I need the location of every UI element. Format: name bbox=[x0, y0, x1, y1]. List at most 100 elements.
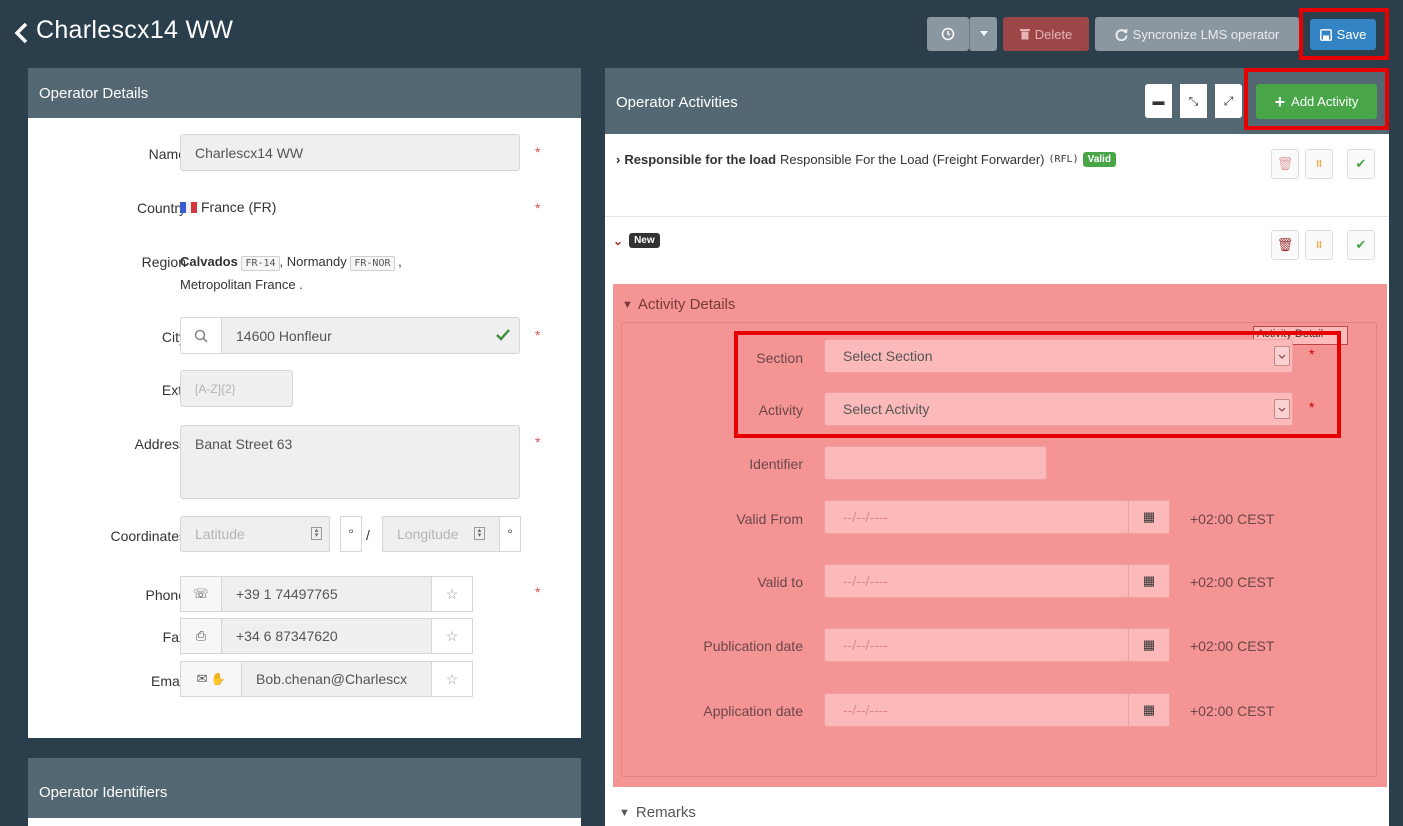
required-marker: * bbox=[1309, 346, 1315, 362]
date-placeholder: --/--/---- bbox=[843, 637, 889, 653]
pause-icon: II bbox=[1316, 158, 1322, 170]
longitude-spinner-icon[interactable]: ▴ ▾ bbox=[474, 527, 485, 540]
latitude-field[interactable]: Latitude bbox=[180, 516, 330, 552]
country-text: France (FR) bbox=[201, 199, 277, 215]
phone-star-button[interactable]: ☆ bbox=[431, 576, 473, 612]
valid-to-label: Valid to bbox=[757, 574, 803, 590]
sync-lms-button[interactable]: Syncronize LMS operator bbox=[1095, 17, 1299, 51]
remarks-toggle[interactable]: ▼ Remarks bbox=[619, 804, 696, 821]
expand-button[interactable]: ⤢ bbox=[1215, 84, 1242, 118]
activity-item-new[interactable]: ⌄ New bbox=[613, 233, 660, 248]
history-dropdown-button[interactable] bbox=[969, 17, 997, 51]
latitude-spinner-icon[interactable]: ▴ ▾ bbox=[311, 527, 322, 540]
calendar-icon: ▦ bbox=[1142, 509, 1156, 524]
chevron-down-icon: ⌄ bbox=[613, 233, 624, 248]
pause-activity-button[interactable]: II bbox=[1305, 230, 1333, 260]
valid-to-field[interactable]: --/--/---- bbox=[824, 564, 1129, 598]
section-select[interactable]: Select Section bbox=[824, 339, 1293, 373]
compress-icon: ⤡ bbox=[1188, 93, 1199, 108]
phone-label: Phone bbox=[145, 587, 186, 603]
email-star-button[interactable]: ☆ bbox=[431, 661, 473, 697]
required-marker: * bbox=[535, 200, 541, 216]
fax-field[interactable]: +34 6 87347620 bbox=[221, 618, 432, 654]
collapse-button[interactable]: ▬ bbox=[1145, 84, 1172, 118]
trash-icon bbox=[1019, 29, 1030, 40]
add-activity-button[interactable]: + Add Activity bbox=[1256, 84, 1377, 119]
valid-from-field[interactable]: --/--/---- bbox=[824, 500, 1129, 534]
activity-details-toggle[interactable]: ▼ Activity Details bbox=[622, 296, 735, 313]
history-button[interactable] bbox=[927, 17, 969, 51]
publication-date-field[interactable]: --/--/---- bbox=[824, 628, 1129, 662]
application-date-label: Application date bbox=[703, 703, 803, 719]
operator-identifiers-header[interactable]: Operator Identifiers bbox=[28, 758, 581, 818]
operator-identifiers-title: Operator Identifiers bbox=[39, 783, 168, 801]
trash-icon: 🗑 bbox=[1276, 237, 1294, 252]
address-field[interactable]: Banat Street 63 bbox=[180, 425, 520, 499]
operator-details-header: Operator Details bbox=[28, 68, 581, 118]
phone-addon: ☏ bbox=[180, 576, 222, 612]
longitude-degree-addon: ° bbox=[499, 516, 521, 552]
activity-details-section: ▼ Activity Details Activity Detail Secti… bbox=[613, 284, 1387, 787]
publication-date-label: Publication date bbox=[703, 638, 803, 654]
calendar-button[interactable]: ▦ bbox=[1128, 564, 1170, 598]
latitude-degree-addon: ° bbox=[340, 516, 362, 552]
back-chevron-icon[interactable] bbox=[10, 18, 34, 48]
timezone-label: +02:00 CEST bbox=[1190, 703, 1275, 719]
pause-activity-button[interactable]: II bbox=[1305, 149, 1333, 179]
delete-label: Delete bbox=[1034, 26, 1073, 42]
check-icon: ✔ bbox=[1355, 237, 1367, 252]
timezone-label: +02:00 CEST bbox=[1190, 574, 1275, 590]
required-marker: * bbox=[535, 144, 541, 160]
activity-select[interactable]: Select Activity bbox=[824, 392, 1293, 426]
city-field[interactable]: 14600 Honfleur bbox=[221, 317, 520, 354]
fax-icon: ⎙ bbox=[195, 628, 207, 643]
caret-down-icon bbox=[979, 31, 988, 36]
top-bar: Charlescx14 WW Delete Syncronize LMS ope… bbox=[0, 0, 1403, 66]
phone-field[interactable]: +39 1 74497765 bbox=[221, 576, 432, 612]
compress-button[interactable]: ⤡ bbox=[1180, 84, 1207, 118]
email-addon[interactable]: ✉ ✋ bbox=[180, 661, 242, 697]
calendar-button[interactable]: ▦ bbox=[1128, 628, 1170, 662]
required-marker: * bbox=[535, 327, 541, 343]
coord-separator: / bbox=[366, 527, 370, 543]
timezone-label: +02:00 CEST bbox=[1190, 511, 1275, 527]
delete-button[interactable]: Delete bbox=[1003, 17, 1089, 51]
activity-details-title: Activity Details bbox=[637, 296, 736, 313]
email-field[interactable]: Bob.chenan@Charlescx bbox=[241, 661, 432, 697]
confirm-activity-button[interactable]: ✔ bbox=[1347, 230, 1375, 260]
star-icon: ☆ bbox=[445, 670, 459, 687]
region-line2: Metropolitan France . bbox=[180, 277, 303, 292]
region-parent: , Normandy bbox=[279, 254, 347, 269]
confirm-activity-button[interactable]: ✔ bbox=[1347, 149, 1375, 179]
country-value[interactable]: France (FR) bbox=[180, 199, 276, 215]
activity-code: (RFL) bbox=[1048, 154, 1079, 165]
region-value: Calvados FR-14, Normandy FR-NOR , Metrop… bbox=[180, 254, 402, 292]
ext-field[interactable]: [A-Z]{2} bbox=[180, 370, 293, 407]
delete-activity-button[interactable]: 🗑 bbox=[1271, 230, 1299, 260]
phone-icon: ☏ bbox=[192, 586, 210, 601]
sync-label: Syncronize LMS operator bbox=[1132, 26, 1280, 42]
activity-item-rfl[interactable]: › Responsible for the load Responsible F… bbox=[616, 152, 1116, 167]
latitude-placeholder: Latitude bbox=[195, 526, 245, 542]
operator-activities-title: Operator Activities bbox=[616, 93, 738, 111]
calendar-button[interactable]: ▦ bbox=[1128, 500, 1170, 534]
coordinates-label: Coordinates bbox=[110, 528, 187, 544]
section-value: Select Section bbox=[843, 348, 933, 364]
region-code: FR-14 bbox=[241, 256, 280, 271]
identifier-field[interactable] bbox=[824, 446, 1047, 480]
region-parent-code: FR-NOR bbox=[350, 256, 395, 271]
save-button[interactable]: Save bbox=[1310, 19, 1376, 50]
city-search-addon[interactable] bbox=[180, 317, 222, 354]
application-date-field[interactable]: --/--/---- bbox=[824, 693, 1129, 727]
calendar-icon: ▦ bbox=[1142, 573, 1156, 588]
divider bbox=[605, 216, 1389, 217]
fax-star-button[interactable]: ☆ bbox=[431, 618, 473, 654]
name-field[interactable]: Charlescx14 WW bbox=[180, 134, 520, 171]
search-icon bbox=[194, 329, 208, 343]
valid-from-label: Valid From bbox=[736, 511, 803, 527]
check-icon bbox=[496, 329, 510, 341]
operator-details-title: Operator Details bbox=[39, 84, 149, 102]
calendar-button[interactable]: ▦ bbox=[1128, 693, 1170, 727]
date-placeholder: --/--/---- bbox=[843, 702, 889, 718]
delete-activity-button[interactable]: 🗑 bbox=[1271, 149, 1299, 179]
